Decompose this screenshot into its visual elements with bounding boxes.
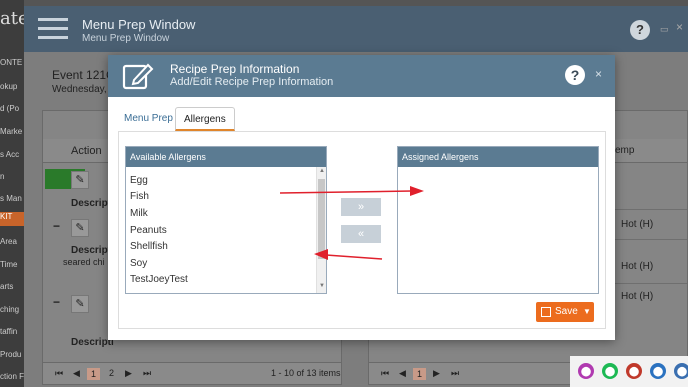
annotation-arrows <box>279 186 424 260</box>
arrow-right-line <box>279 190 413 194</box>
arrow-left-head <box>314 249 328 260</box>
arrow-left-line <box>325 254 383 260</box>
arrow-right-head <box>410 186 424 196</box>
